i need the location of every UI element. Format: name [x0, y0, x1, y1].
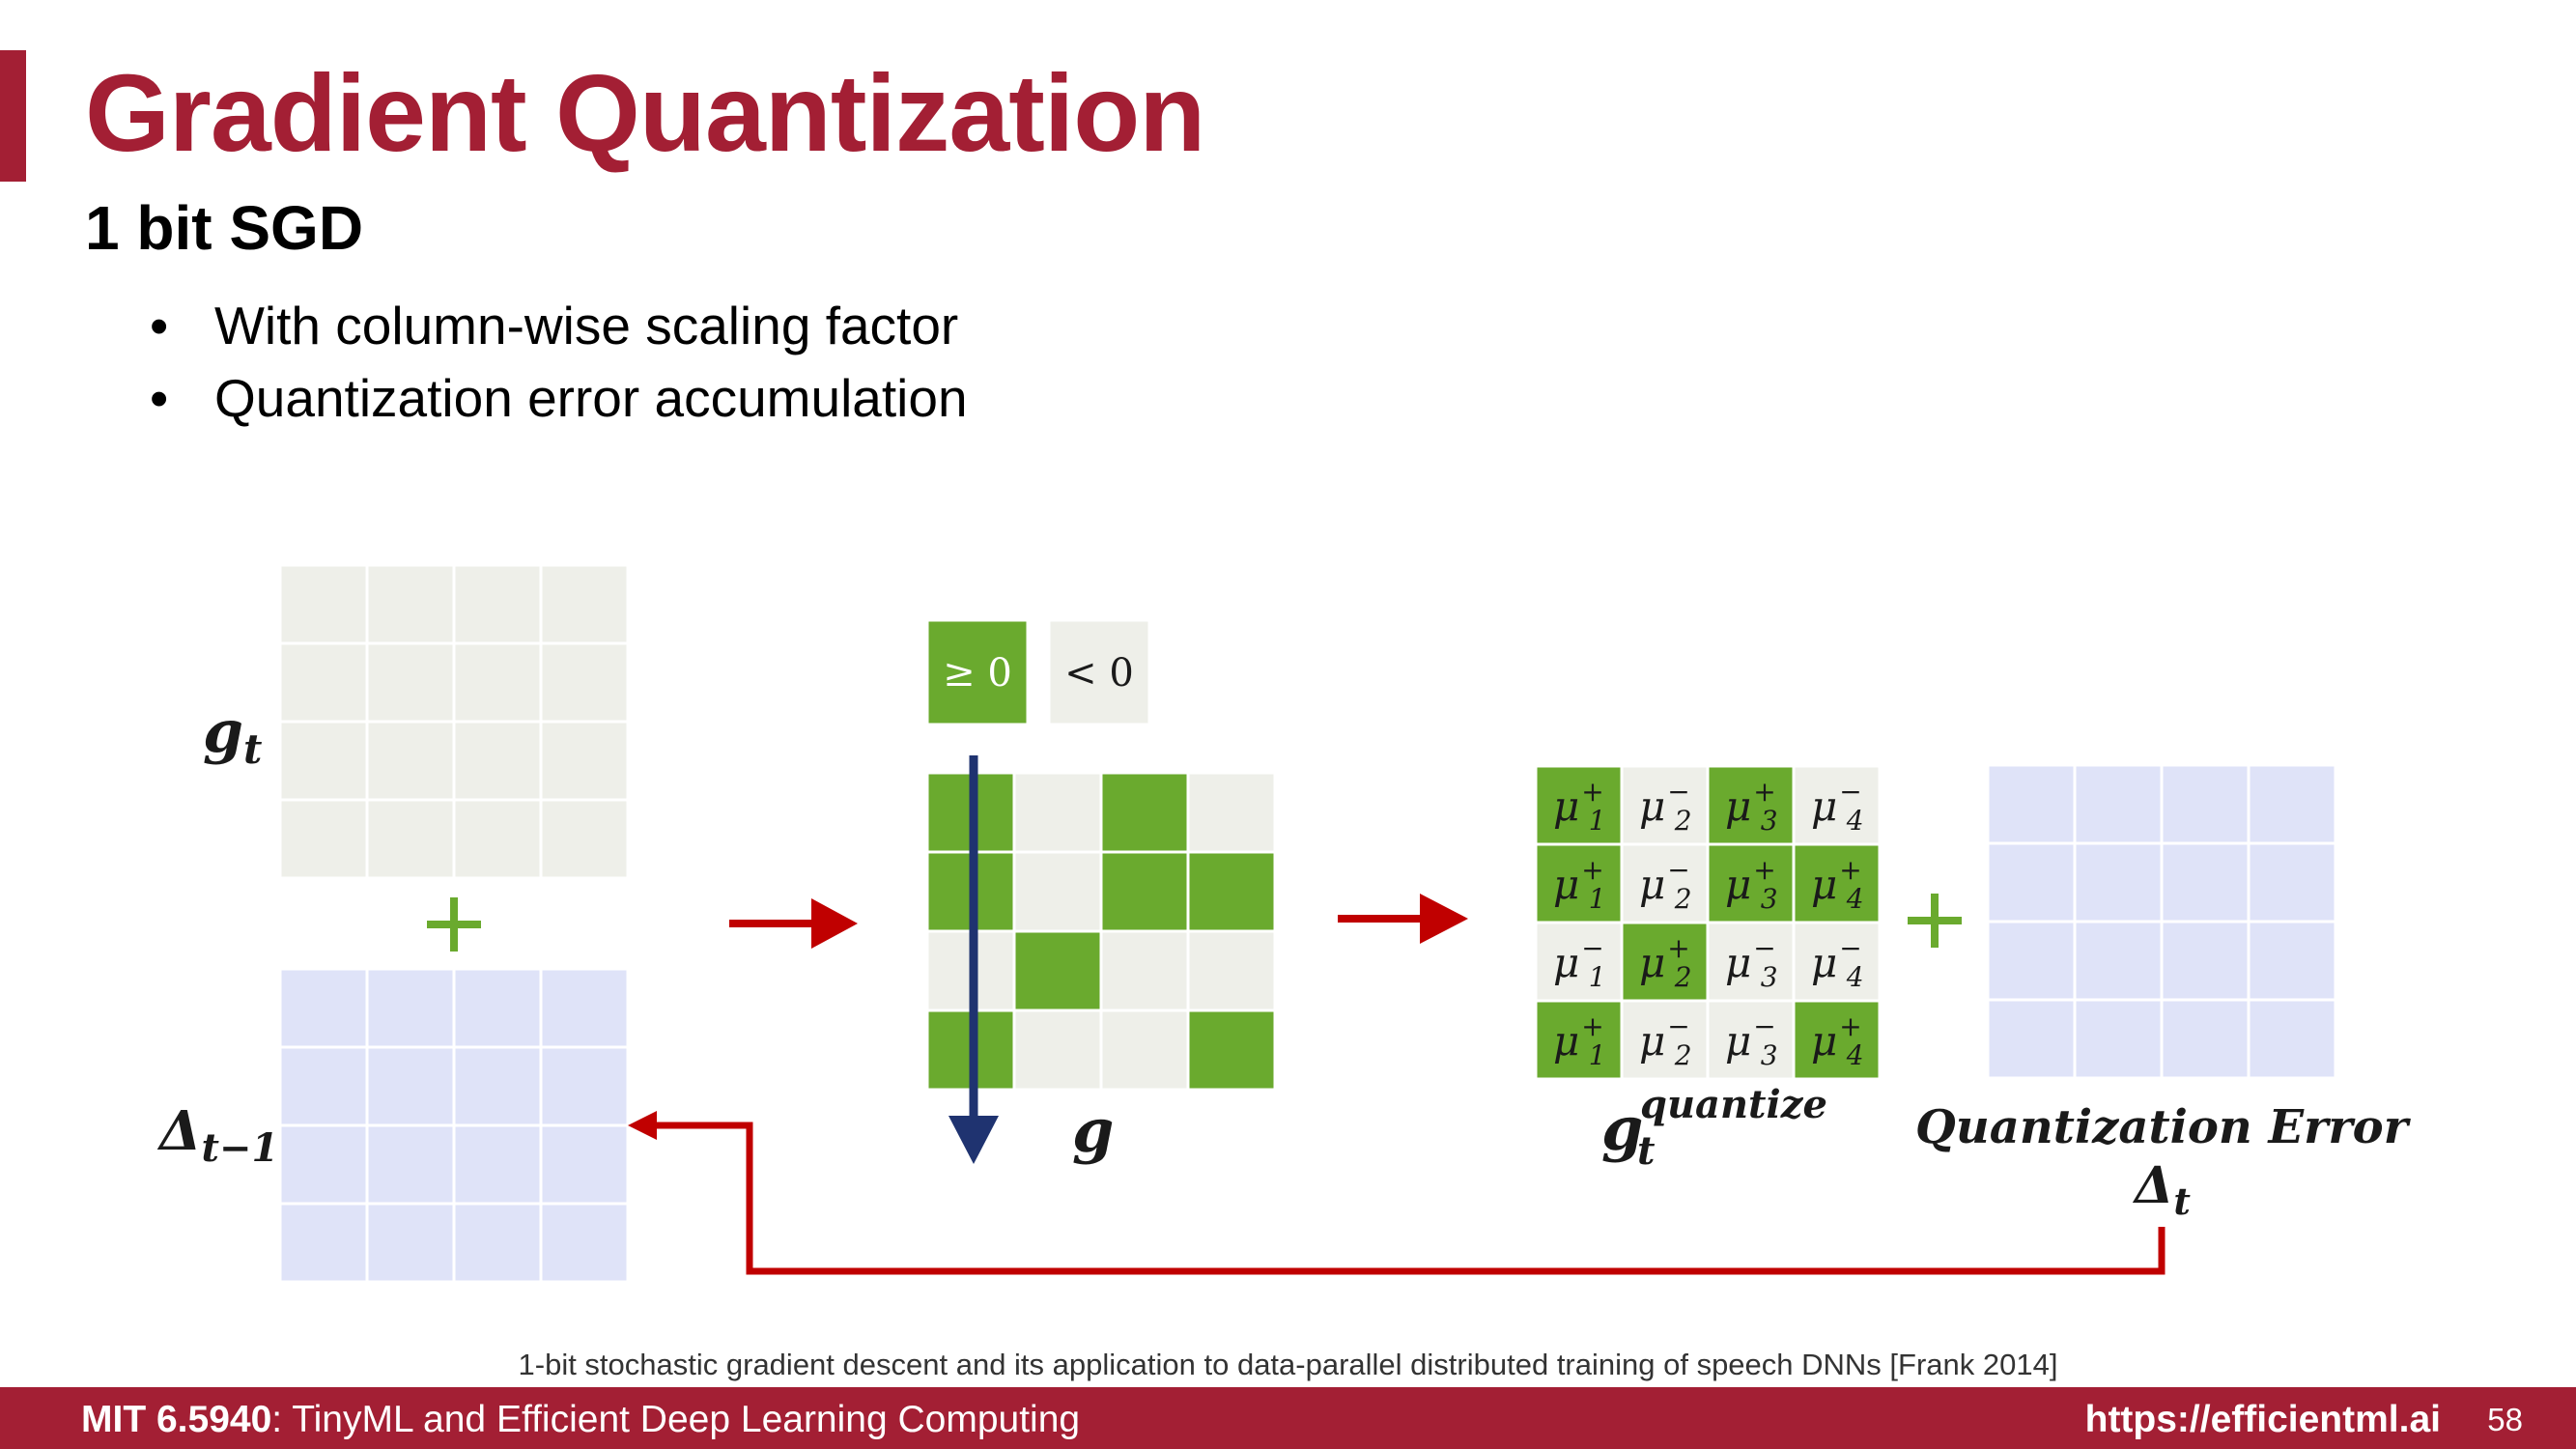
qerror-delta-label: Δt	[2132, 1156, 2191, 1223]
legend-nonneg-label: ≥ 0	[943, 651, 1012, 696]
g-label: g	[1072, 1095, 1114, 1166]
sign-cell	[1186, 850, 1277, 933]
gt-cell	[365, 798, 456, 880]
delta-prev-cell	[365, 1123, 456, 1206]
qerror-cell	[2247, 998, 2337, 1080]
gt-cell	[452, 720, 543, 802]
course-name: : TinyML and Efficient Deep Learning Com…	[271, 1399, 1081, 1440]
qerror-cell	[2160, 841, 2250, 923]
gt-cell	[365, 563, 456, 645]
qerror-cell	[2160, 920, 2250, 1002]
sign-cell	[1012, 1009, 1103, 1092]
gt-cell	[278, 798, 369, 880]
delta-prev-cell	[539, 1123, 630, 1206]
delta-prev-cell	[452, 1202, 543, 1284]
qerror-cell	[2073, 920, 2164, 1002]
delta-prev-cell	[365, 967, 456, 1049]
delta-prev-cell	[539, 1202, 630, 1284]
plus-icon	[427, 897, 481, 952]
qerror-cell	[2160, 998, 2250, 1080]
delta-prev-cell	[278, 967, 369, 1049]
gt-cell	[539, 641, 630, 724]
qerror-cell	[2073, 841, 2164, 923]
delta-prev-cell	[278, 1202, 369, 1284]
sign-cell	[1186, 1009, 1277, 1092]
sign-cell	[1012, 771, 1103, 854]
gt-cell	[365, 720, 456, 802]
delta-prev-cell	[365, 1045, 456, 1127]
gt-cell	[452, 798, 543, 880]
gt-cell	[539, 798, 630, 880]
plus-icon	[1908, 894, 1962, 948]
qerror-cell	[1986, 920, 2077, 1002]
delta-prev-cell	[539, 1045, 630, 1127]
gt-cell	[539, 563, 630, 645]
gt-cell	[365, 641, 456, 724]
qerror-cell	[2247, 920, 2337, 1002]
gradient-quantization-diagram: gt Δt−1 ≥ 0 < 0 g μ+ 1 μ− 2 μ+ 3 μ− 4μ+ 1 μ− 2 μ+ 3 μ…	[156, 563, 2412, 1284]
delta-prev-cell	[452, 1045, 543, 1127]
footer-course: MIT 6.5940: TinyML and Efficient Deep Le…	[81, 1399, 1080, 1441]
qerror-cell	[2247, 841, 2337, 923]
qerror-cell	[2073, 763, 2164, 845]
legend-nonneg: ≥ 0	[925, 618, 1030, 726]
delta-prev-cell	[539, 967, 630, 1049]
gt-cell	[452, 641, 543, 724]
gt-cell	[278, 641, 369, 724]
delta-prev-matrix	[278, 967, 630, 1284]
footer-url[interactable]: https://efficientml.ai	[2085, 1399, 2441, 1441]
qerror-cell	[1986, 763, 2077, 845]
gt-matrix	[278, 563, 630, 880]
gt-cell	[539, 720, 630, 802]
delta-prev-cell	[278, 1045, 369, 1127]
course-code: MIT 6.5940	[81, 1399, 272, 1440]
delta-prev-cell	[365, 1202, 456, 1284]
qerror-title: Quantization Error	[1915, 1100, 2412, 1154]
qerror-cell	[2073, 998, 2164, 1080]
sign-cell	[1099, 929, 1190, 1012]
qerror-cell	[2160, 763, 2250, 845]
citation: 1-bit stochastic gradient descent and it…	[518, 1348, 2058, 1381]
sign-cell	[1012, 850, 1103, 933]
qerror-cell	[1986, 841, 2077, 923]
sign-cell	[1099, 771, 1190, 854]
delta-prev-cell	[278, 1123, 369, 1206]
legend-neg-label: < 0	[1064, 651, 1134, 696]
page-number: 58	[2487, 1402, 2523, 1437]
gt-cell	[278, 563, 369, 645]
quantized-matrix: μ+ 1 μ− 2 μ+ 3 μ− 4μ+ 1 μ− 2 μ+ 3 μ+ 4μ− 1 μ+ 2 μ− 3 μ− 4μ+ 1 μ…	[1534, 764, 1882, 1081]
delta-prev-cell	[452, 1123, 543, 1206]
delta-prev-label: Δt−1	[156, 1099, 278, 1171]
quantization-error-matrix	[1986, 763, 2337, 1080]
sign-cell	[1186, 929, 1277, 1012]
arrow-right-icon	[729, 898, 858, 949]
qerror-cell	[2247, 763, 2337, 845]
legend-neg: < 0	[1047, 618, 1151, 726]
gq-sub-label: t	[1637, 1128, 1656, 1174]
gt-cell	[278, 720, 369, 802]
sign-cell	[1186, 771, 1277, 854]
sign-cell	[1099, 1009, 1190, 1092]
sign-cell	[1012, 929, 1103, 1012]
delta-prev-cell	[452, 967, 543, 1049]
gt-cell	[452, 563, 543, 645]
sign-matrix	[925, 771, 1277, 1092]
footer-bar: MIT 6.5940: TinyML and Efficient Deep Le…	[0, 1387, 2576, 1449]
arrow-right-icon	[1338, 894, 1468, 944]
gq-sup-label: quantize	[1640, 1082, 1827, 1127]
qerror-cell	[1986, 998, 2077, 1080]
sign-cell	[1099, 850, 1190, 933]
gt-label: gt	[203, 698, 262, 773]
